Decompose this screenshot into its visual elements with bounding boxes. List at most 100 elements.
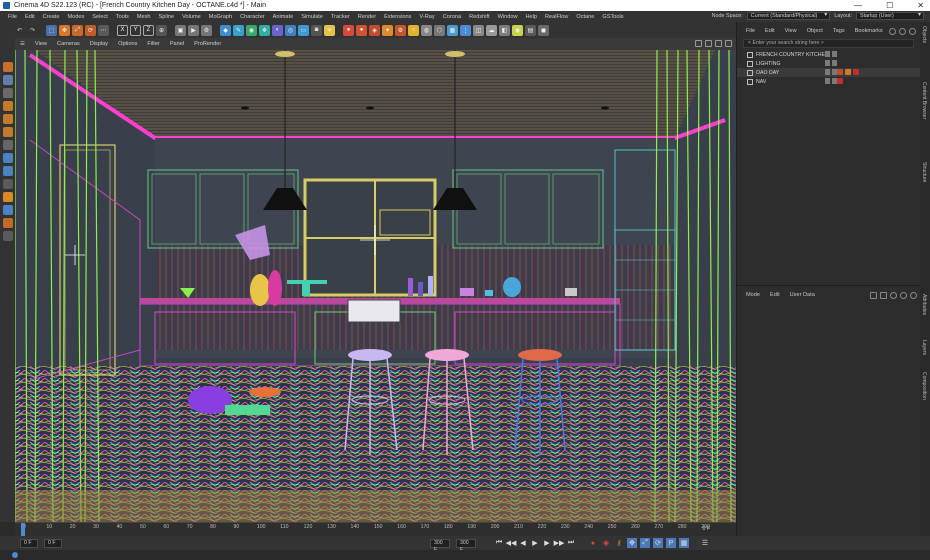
- om-filter-icon[interactable]: [899, 27, 906, 35]
- timeline-ruler[interactable]: 0102030405060708090100110120130140150160…: [15, 522, 736, 536]
- menu-help[interactable]: Help: [522, 14, 542, 20]
- menu-select[interactable]: Select: [88, 14, 112, 20]
- autokeying-icon[interactable]: ◉: [601, 538, 611, 548]
- am-menu-mode[interactable]: Mode: [741, 292, 765, 298]
- om-menu-tags[interactable]: Tags: [828, 28, 850, 34]
- am-up-icon[interactable]: [880, 291, 887, 299]
- scale-icon[interactable]: ⤢: [72, 24, 83, 36]
- snap-icon[interactable]: [2, 166, 13, 176]
- sculpt-icon[interactable]: [2, 205, 13, 215]
- locked-workplane-icon[interactable]: [2, 192, 13, 202]
- viewport-panel-icon[interactable]: ☰: [15, 41, 30, 47]
- tab-attributes[interactable]: Attributes: [921, 294, 927, 315]
- octane-daylight-icon[interactable]: ☼: [408, 24, 419, 36]
- viewport-zoom-icon[interactable]: [705, 40, 712, 47]
- octane-texture-icon[interactable]: ▦: [447, 24, 458, 36]
- uv-mode-icon[interactable]: [2, 140, 13, 150]
- pen-icon[interactable]: ✎: [233, 24, 244, 36]
- floor-icon[interactable]: ▭: [298, 24, 309, 36]
- protection-tag-icon[interactable]: [853, 69, 859, 75]
- make-editable-icon[interactable]: [2, 62, 13, 72]
- octane-settings-icon[interactable]: ⚙: [395, 24, 406, 36]
- menu-volume[interactable]: Volume: [178, 14, 205, 20]
- object-row-nav[interactable]: NAV: [737, 77, 920, 86]
- tab-structure[interactable]: Structure: [921, 162, 927, 182]
- polygons-mode-icon[interactable]: [2, 127, 13, 137]
- menu-render[interactable]: Render: [354, 14, 380, 20]
- object-row-french-country-kitchen[interactable]: FRENCH COUNTRY KITCHEN: [737, 50, 920, 59]
- menu-window[interactable]: Window: [494, 14, 522, 20]
- octane-camera-tag-icon[interactable]: [837, 78, 843, 84]
- play-icon[interactable]: ▶: [530, 538, 540, 548]
- live-select-icon[interactable]: ⬚: [46, 24, 57, 36]
- am-search-icon[interactable]: [890, 291, 897, 299]
- menu-modes[interactable]: Modes: [63, 14, 88, 20]
- am-menu-edit[interactable]: Edit: [765, 292, 785, 298]
- tab-content-browser[interactable]: Content Browser: [921, 82, 927, 119]
- camera-icon[interactable]: ◙: [311, 24, 322, 36]
- om-menu-bookmarks[interactable]: Bookmarks: [850, 28, 888, 34]
- recent-tools-icon[interactable]: ⋯: [98, 24, 109, 36]
- redo-icon[interactable]: ↷: [27, 25, 38, 36]
- menu-spline[interactable]: Spline: [155, 14, 179, 20]
- start-frame-field[interactable]: 0 F: [20, 538, 38, 548]
- next-frame-icon[interactable]: ▶: [542, 538, 552, 548]
- viewport-menu-prorender[interactable]: ProRender: [189, 41, 226, 47]
- menu-v-ray[interactable]: V-Ray: [415, 14, 438, 20]
- viewport-maximize-icon[interactable]: [725, 40, 732, 47]
- next-key-icon[interactable]: ▶▶: [554, 538, 565, 548]
- render-settings-icon[interactable]: ⚙: [201, 24, 212, 36]
- scale-key-icon[interactable]: ⤢: [640, 538, 650, 548]
- edges-mode-icon[interactable]: [2, 114, 13, 124]
- menu-file[interactable]: File: [4, 14, 21, 20]
- paint-icon[interactable]: [2, 218, 13, 228]
- go-to-end-icon[interactable]: ⏭: [566, 538, 576, 548]
- visibility-render-icon[interactable]: [832, 60, 837, 66]
- end-frame-field[interactable]: 300 F: [456, 538, 476, 553]
- octane-camera-tag-icon[interactable]: [837, 69, 843, 75]
- deformer-icon[interactable]: ◐: [272, 24, 283, 36]
- viewport-menu-display[interactable]: Display: [85, 41, 113, 47]
- viewport-menu-options[interactable]: Options: [113, 41, 142, 47]
- menu-simulate[interactable]: Simulate: [297, 14, 327, 20]
- model-mode-icon[interactable]: [2, 75, 13, 85]
- minimize-icon[interactable]: —: [854, 1, 862, 10]
- workplane-icon[interactable]: [2, 179, 13, 189]
- record-active-objects-icon[interactable]: ●: [588, 538, 598, 548]
- viewport-menu-view[interactable]: View: [30, 41, 52, 47]
- previous-frame-icon[interactable]: ◀: [518, 538, 528, 548]
- z-axis-icon[interactable]: Z: [143, 24, 154, 36]
- octane-material-icon[interactable]: ●: [356, 24, 367, 36]
- points-mode-icon[interactable]: [2, 101, 13, 111]
- viewport-menu-panel[interactable]: Panel: [165, 41, 189, 47]
- om-menu-view[interactable]: View: [780, 28, 802, 34]
- light-icon[interactable]: ☀: [324, 24, 335, 36]
- parameter-key-icon[interactable]: P: [666, 538, 676, 548]
- viewport-menu-filter[interactable]: Filter: [142, 41, 164, 47]
- point-level-key-icon[interactable]: ▦: [679, 538, 689, 548]
- octane-node-editor-icon[interactable]: ▤: [525, 24, 536, 36]
- visibility-editor-icon[interactable]: [825, 78, 830, 84]
- tab-layers[interactable]: Layers: [921, 340, 927, 355]
- tab-composition[interactable]: Composition: [921, 372, 927, 400]
- viewport-menu-cameras[interactable]: Cameras: [52, 41, 85, 47]
- timeline-menu-icon[interactable]: ☰: [700, 538, 710, 548]
- rotation-key-icon[interactable]: ⟳: [653, 538, 663, 548]
- undo-icon[interactable]: ↶: [14, 25, 25, 36]
- field-icon[interactable]: ◎: [285, 24, 296, 36]
- visibility-editor-icon[interactable]: [825, 60, 830, 66]
- octane-render-icon[interactable]: ◉: [512, 24, 523, 36]
- menu-realflow[interactable]: RealFlow: [541, 14, 572, 20]
- om-menu-edit[interactable]: Edit: [760, 28, 780, 34]
- y-axis-icon[interactable]: Y: [130, 24, 141, 36]
- menu-mograph[interactable]: MoGraph: [205, 14, 236, 20]
- menu-mesh[interactable]: Mesh: [133, 14, 155, 20]
- texture-mode-icon[interactable]: [2, 88, 13, 98]
- preview-start-field[interactable]: 0 F: [44, 538, 62, 548]
- menu-edit[interactable]: Edit: [21, 14, 39, 20]
- menu-gstools[interactable]: GSTools: [598, 14, 627, 20]
- move-icon[interactable]: ✥: [59, 24, 70, 36]
- am-new-manager-icon[interactable]: [910, 291, 917, 299]
- om-search-icon[interactable]: [889, 27, 896, 35]
- octane-aov-icon[interactable]: ◧: [499, 24, 510, 36]
